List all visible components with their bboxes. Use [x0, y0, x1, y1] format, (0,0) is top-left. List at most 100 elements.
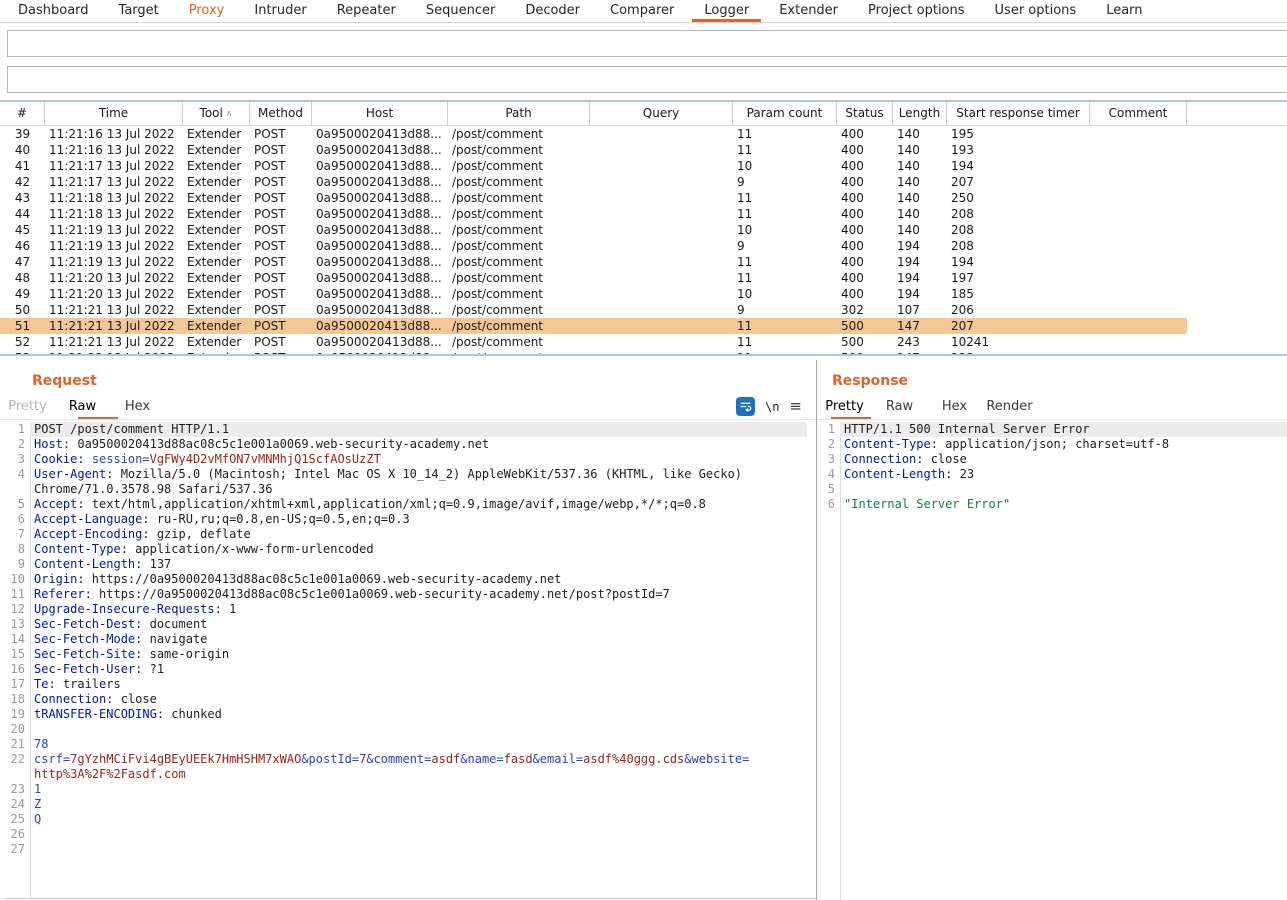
table-cell-time: 11:21:16 13 Jul 2022 — [45, 126, 183, 142]
editor-line: 12Upgrade-Insecure-Requests: 1 — [0, 602, 807, 617]
line-number: 2 — [817, 437, 840, 452]
line-number: 21 — [0, 737, 30, 752]
table-cell-comment — [1090, 190, 1187, 206]
editor-line-text: Referer: https://0a9500020413d88ac08c5c1… — [30, 587, 807, 602]
table-cell-comment — [1090, 334, 1187, 350]
editor-line-text: 1 — [30, 782, 807, 797]
table-row[interactable]: 4811:21:20 13 Jul 2022ExtenderPOST0a9500… — [0, 270, 1287, 286]
table-cell-comment — [1090, 302, 1187, 318]
response-tabs: PrettyRawHexRender — [817, 396, 1287, 420]
response-tab-pretty[interactable]: Pretty — [817, 396, 872, 419]
menu-item-comparer[interactable]: Comparer — [595, 0, 689, 22]
editor-line-text: Content-Type: application/x-www-form-url… — [30, 542, 807, 557]
table-cell-method: POST — [250, 190, 312, 206]
table-cell-query — [590, 206, 733, 222]
column-header-filler[interactable] — [1187, 102, 1287, 125]
table-cell-path: /post/comment — [448, 302, 590, 318]
request-tab-pretty[interactable]: Pretty — [0, 396, 55, 419]
menu-item-learn[interactable]: Learn — [1091, 0, 1157, 22]
table-cell-method: POST — [250, 334, 312, 350]
table-row[interactable]: 4711:21:19 13 Jul 2022ExtenderPOST0a9500… — [0, 254, 1287, 270]
column-header-tool[interactable]: Tool∧ — [183, 102, 250, 125]
response-tab-hex[interactable]: Hex — [927, 396, 982, 419]
table-row[interactable]: 5111:21:21 13 Jul 2022ExtenderPOST0a9500… — [0, 318, 1287, 334]
table-row[interactable]: 5211:21:21 13 Jul 2022ExtenderPOST0a9500… — [0, 334, 1287, 350]
table-row[interactable]: 4411:21:18 13 Jul 2022ExtenderPOST0a9500… — [0, 206, 1287, 222]
table-cell-host: 0a9500020413d88... — [312, 270, 448, 286]
table-row[interactable]: 4211:21:17 13 Jul 2022ExtenderPOST0a9500… — [0, 174, 1287, 190]
column-header-path[interactable]: Path — [448, 102, 590, 125]
word-wrap-icon[interactable] — [736, 397, 755, 416]
line-number: 14 — [0, 632, 30, 647]
menu-item-decoder[interactable]: Decoder — [510, 0, 595, 22]
table-row[interactable]: 4611:21:19 13 Jul 2022ExtenderPOST0a9500… — [0, 238, 1287, 254]
request-tab-raw[interactable]: Raw — [55, 396, 110, 419]
editor-line: 11Referer: https://0a9500020413d88ac08c5… — [0, 587, 807, 602]
menu-item-target[interactable]: Target — [104, 0, 174, 22]
column-header-start-response-timer[interactable]: Start response timer — [947, 102, 1090, 125]
table-cell-host: 0a9500020413d88... — [312, 350, 448, 354]
table-cell-method: POST — [250, 158, 312, 174]
table-cell-timer: 207 — [947, 318, 1090, 334]
table-cell-method: POST — [250, 238, 312, 254]
table-cell-method: POST — [250, 206, 312, 222]
table-row[interactable]: 4911:21:20 13 Jul 2022ExtenderPOST0a9500… — [0, 286, 1287, 302]
table-cell-status: 400 — [837, 206, 893, 222]
editor-line: 10Origin: https://0a9500020413d88ac08c5c… — [0, 572, 807, 587]
table-cell-filler — [1187, 350, 1287, 354]
editor-line-text: Connection: close — [30, 692, 807, 707]
menu-item-extender[interactable]: Extender — [764, 0, 853, 22]
column-header-time[interactable]: Time — [45, 102, 183, 125]
table-cell-param_count: 9 — [733, 238, 837, 254]
newline-icon[interactable]: \n — [765, 400, 779, 414]
table-cell-tool: Extender — [183, 206, 250, 222]
table-cell-filler — [1187, 222, 1287, 238]
view-filter-bar[interactable]: View filter: Showing all items — [7, 66, 1287, 93]
response-editor[interactable]: 1HTTP/1.1 500 Internal Server Error2Cont… — [817, 422, 1287, 900]
menu-item-sequencer[interactable]: Sequencer — [411, 0, 510, 22]
menu-item-repeater[interactable]: Repeater — [322, 0, 411, 22]
response-tab-render[interactable]: Render — [982, 396, 1037, 419]
response-tab-raw[interactable]: Raw — [872, 396, 927, 419]
table-cell-param_count: 9 — [733, 302, 837, 318]
menu-item-proxy[interactable]: Proxy — [174, 0, 240, 22]
table-cell-host: 0a9500020413d88... — [312, 158, 448, 174]
menu-item-intruder[interactable]: Intruder — [239, 0, 321, 22]
column-header-method[interactable]: Method — [250, 102, 312, 125]
column-header-query[interactable]: Query — [590, 102, 733, 125]
column-header-status[interactable]: Status — [837, 102, 893, 125]
logger-table[interactable]: #TimeTool∧MethodHostPathQueryParam count… — [0, 100, 1287, 356]
table-row[interactable]: 3911:21:16 13 Jul 2022ExtenderPOST0a9500… — [0, 126, 1287, 142]
table-cell-timer: 194 — [947, 158, 1090, 174]
menu-item-project-options[interactable]: Project options — [853, 0, 980, 22]
menu-item-logger[interactable]: Logger — [689, 0, 764, 22]
table-cell-host: 0a9500020413d88... — [312, 190, 448, 206]
table-row[interactable]: 4011:21:16 13 Jul 2022ExtenderPOST0a9500… — [0, 142, 1287, 158]
line-number — [0, 482, 30, 497]
column-header-host[interactable]: Host — [312, 102, 448, 125]
menu-item-user-options[interactable]: User options — [980, 0, 1092, 22]
table-row[interactable]: 4311:21:18 13 Jul 2022ExtenderPOST0a9500… — [0, 190, 1287, 206]
table-row[interactable]: 5011:21:21 13 Jul 2022ExtenderPOST0a9500… — [0, 302, 1287, 318]
editor-line-text — [30, 722, 807, 737]
column-header-param-count[interactable]: Param count — [733, 102, 837, 125]
editor-line-text: Sec-Fetch-User: ?1 — [30, 662, 807, 677]
column-header-length[interactable]: Length — [893, 102, 947, 125]
capture-filter-bar[interactable]: Capture filter: Logger memory limit set … — [7, 30, 1287, 57]
menu-item-dashboard[interactable]: Dashboard — [3, 0, 104, 22]
table-cell-tool: Extender — [183, 158, 250, 174]
menu-icon[interactable]: ≡ — [789, 397, 802, 416]
editor-line: 19tRANSFER-ENCODING: chunked — [0, 707, 807, 722]
request-tab-hex[interactable]: Hex — [110, 396, 165, 419]
line-number: 24 — [0, 797, 30, 812]
table-cell-path: /post/comment — [448, 286, 590, 302]
column-header-comment[interactable]: Comment — [1090, 102, 1187, 125]
table-row[interactable]: 4511:21:19 13 Jul 2022ExtenderPOST0a9500… — [0, 222, 1287, 238]
column-header-#[interactable]: # — [0, 102, 45, 125]
request-editor[interactable]: 1POST /post/comment HTTP/1.12Host: 0a950… — [0, 422, 807, 898]
editor-line: 22csrf=7gYzhMCiFvi4gBEyUEEk7HmHSHM7xWAO&… — [0, 752, 807, 767]
table-row[interactable]: 5311:21:22 13 Jul 2022ExtenderPOST0a9500… — [0, 350, 1287, 354]
editor-line: 1POST /post/comment HTTP/1.1 — [0, 422, 807, 437]
table-row[interactable]: 4111:21:17 13 Jul 2022ExtenderPOST0a9500… — [0, 158, 1287, 174]
table-cell-filler — [1187, 158, 1287, 174]
